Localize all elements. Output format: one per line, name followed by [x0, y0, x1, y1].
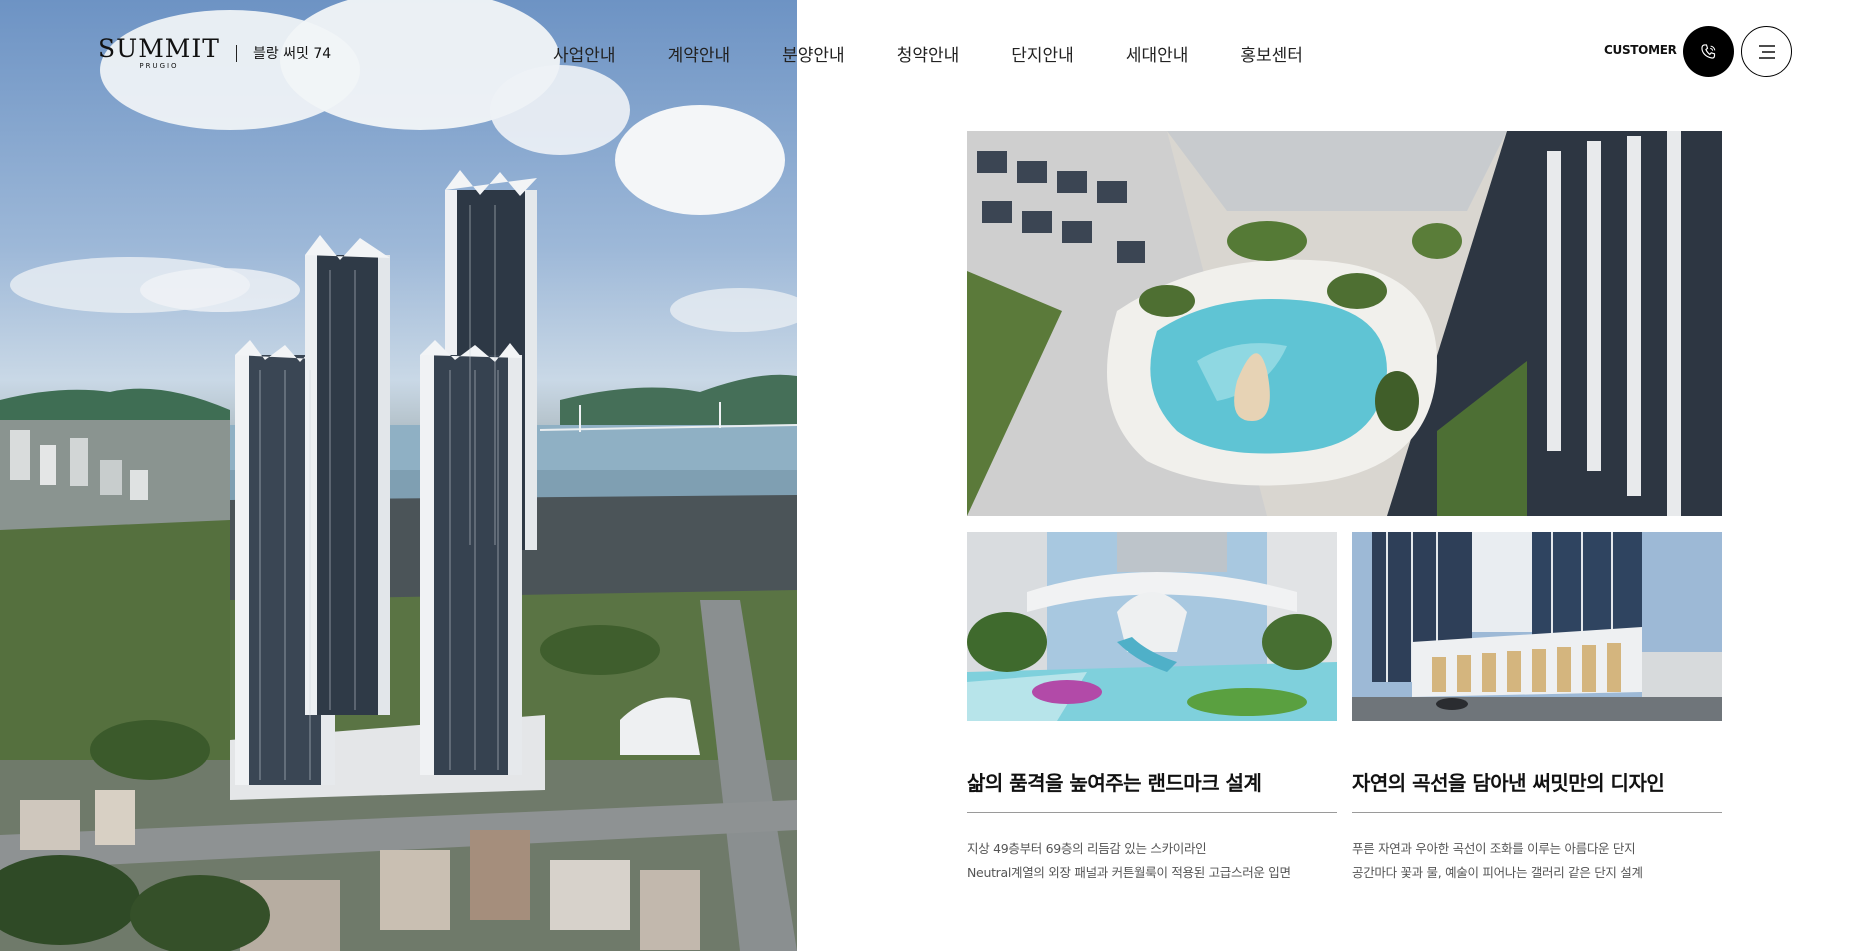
- nav-item-pr-center[interactable]: 홍보센터: [1240, 41, 1303, 66]
- customer-label[interactable]: CUSTOMER: [1604, 43, 1677, 57]
- nav-item-complex[interactable]: 단지안내: [1011, 41, 1074, 66]
- card-desc-line: 푸른 자연과 우아한 곡선이 조화를 이루는 아름다운 단지: [1352, 841, 1636, 856]
- card-title-landmark: 삶의 품격을 높여주는 랜드마크 설계: [967, 771, 1262, 795]
- tower-entrance-image: [1352, 532, 1722, 721]
- nav-item-units[interactable]: 세대안내: [1126, 41, 1189, 66]
- logo-subtitle: PRUGIO: [139, 62, 179, 70]
- card-divider: [967, 812, 1337, 813]
- summit-prugio-logo: SUMMIT PRUGIO: [98, 34, 220, 71]
- logo-divider: [235, 44, 237, 62]
- brand-logo[interactable]: SUMMIT PRUGIO 블랑 써밋 74: [98, 34, 332, 71]
- nav-item-business[interactable]: 사업안내: [553, 41, 616, 66]
- card-divider: [1352, 812, 1722, 813]
- main-nav: 사업안내 계약안내 분양안내 청약안내 단지안내 세대안내 홍보센터: [553, 41, 1355, 66]
- hamburger-menu-icon: [1758, 44, 1775, 59]
- phone-icon: [1700, 43, 1715, 59]
- phone-button[interactable]: [1683, 26, 1734, 77]
- hero-rendering: [0, 0, 797, 951]
- courtyard-aerial-image: [967, 131, 1722, 516]
- nav-item-sale[interactable]: 분양안내: [782, 41, 845, 66]
- nav-item-contract[interactable]: 계약안내: [668, 41, 731, 66]
- hero-building-image: [0, 0, 797, 951]
- card-desc-line: 지상 49층부터 69층의 리듬감 있는 스카이라인: [967, 841, 1207, 856]
- entrance-rendering: [1352, 532, 1722, 721]
- card-desc-line: 공간마다 꽃과 물, 예술이 피어나는 갤러리 같은 단지 설계: [1352, 865, 1643, 880]
- courtyard-rendering: [967, 131, 1722, 516]
- card-title-curve-design: 자연의 곡선을 담아낸 써밋만의 디자인: [1352, 771, 1665, 795]
- playground-rendering: [967, 532, 1337, 721]
- project-name: 블랑 써밋 74: [252, 46, 332, 62]
- water-playground-image: [967, 532, 1337, 721]
- menu-button[interactable]: [1741, 26, 1792, 77]
- nav-item-subscription[interactable]: 청약안내: [897, 41, 960, 66]
- card-desc-line: Neutral계열의 외장 패널과 커튼월룩이 적용된 고급스러운 입면: [967, 865, 1291, 880]
- logo-wordmark: SUMMIT: [98, 34, 220, 63]
